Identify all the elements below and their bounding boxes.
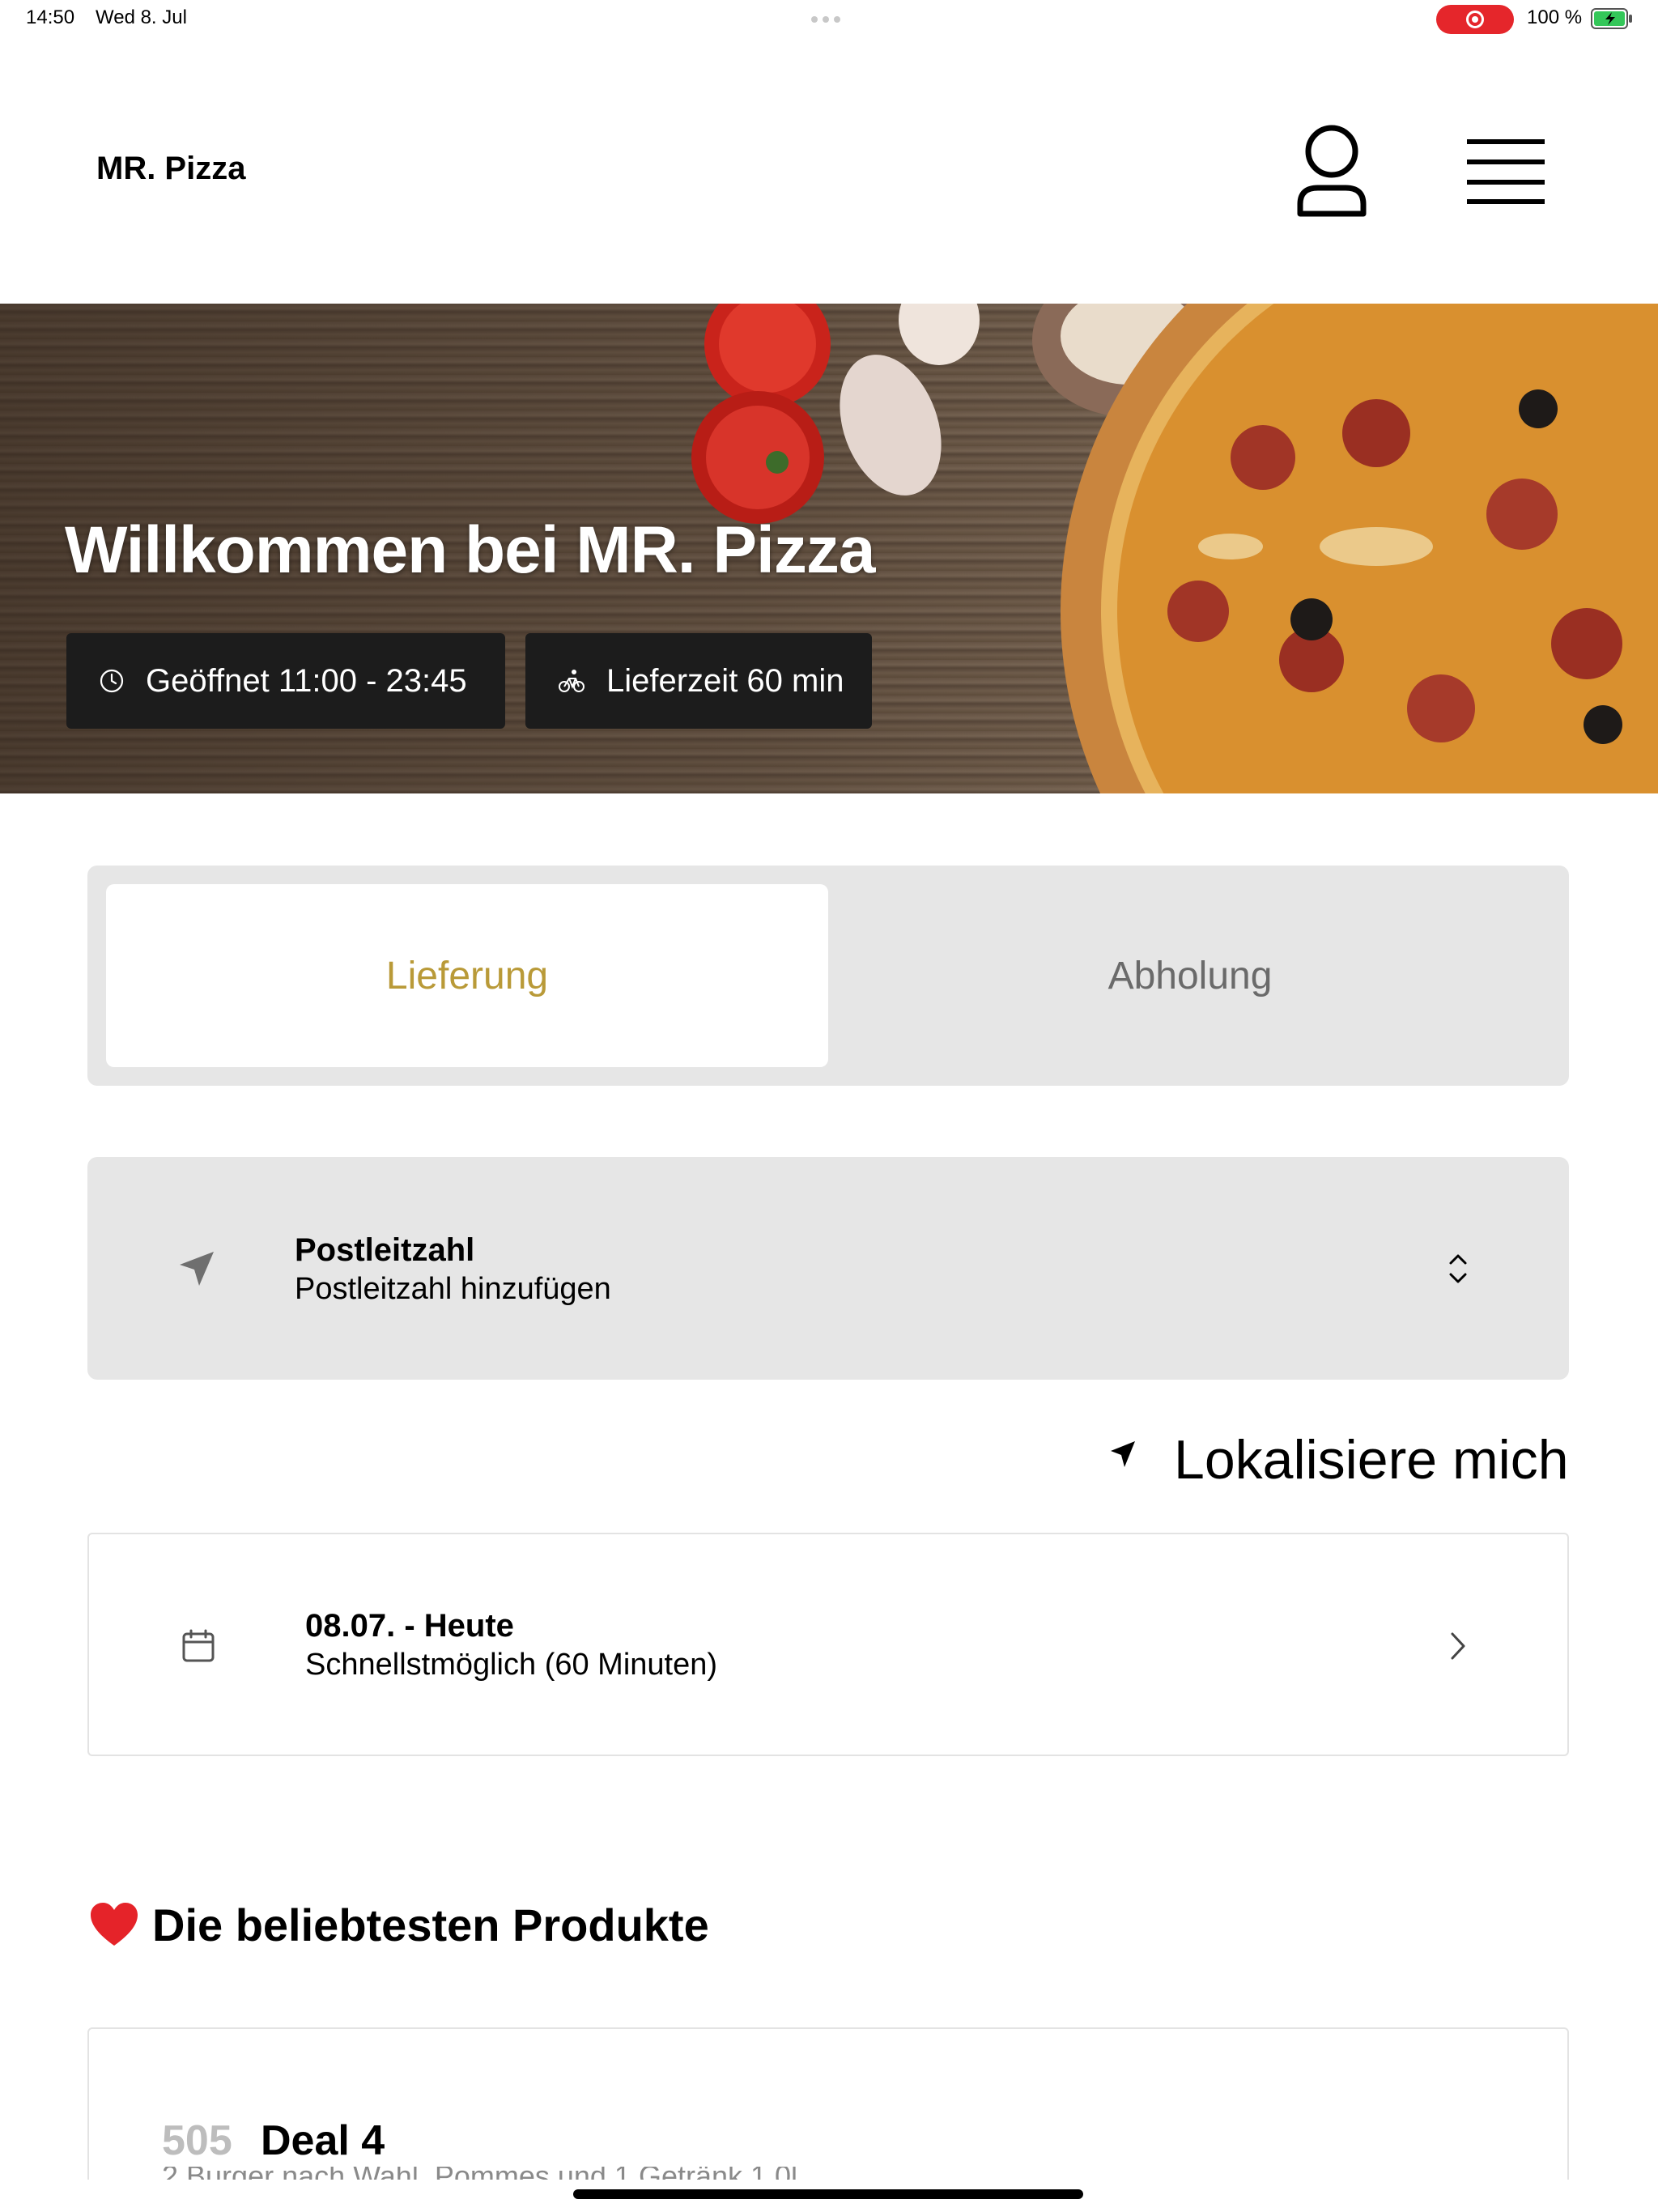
user-icon[interactable]: [1294, 123, 1370, 219]
hero-banner: Willkommen bei MR. Pizza Geöffnet 11:00 …: [0, 304, 1658, 793]
brand-title[interactable]: MR. Pizza: [96, 151, 245, 187]
postal-code-placeholder[interactable]: Postleitzahl hinzufügen: [295, 1272, 611, 1307]
home-indicator[interactable]: [573, 2189, 1083, 2199]
locate-arrow-icon[interactable]: [1109, 1440, 1137, 1469]
product-number: 505: [162, 2117, 232, 2164]
opening-hours-badge: Geöffnet 11:00 - 23:45: [66, 633, 505, 729]
bike-icon: [559, 670, 585, 692]
clock-icon: [100, 669, 124, 693]
product-description-clip: 2 Burger nach Wahl, Pommes und 1 Getränk…: [162, 2167, 1295, 2180]
delivery-time-label: Lieferzeit 60 min: [606, 662, 844, 699]
delivery-time-badge: Lieferzeit 60 min: [525, 633, 872, 729]
delivery-time-selector[interactable]: [87, 1533, 1569, 1756]
delivery-date: 08.07. - Heute: [305, 1608, 514, 1644]
heart-icon: [91, 1903, 138, 1946]
tab-delivery[interactable]: Lieferung: [106, 884, 828, 1067]
popular-products-heading: Die beliebtesten Produkte: [152, 1899, 709, 1950]
opening-hours-label: Geöffnet 11:00 - 23:45: [146, 662, 467, 699]
chevron-up-down-icon: [1449, 1254, 1467, 1283]
screen-recording-icon[interactable]: [1436, 5, 1514, 34]
postal-code-title: Postleitzahl: [295, 1232, 475, 1268]
location-arrow-icon: [180, 1252, 214, 1286]
delivery-slot: Schnellstmöglich (60 Minuten): [305, 1648, 718, 1682]
battery-charging-icon: [1591, 8, 1632, 29]
product-description: 2 Burger nach Wahl, Pommes und 1 Getränk…: [162, 2167, 1295, 2180]
multitasking-dots-icon[interactable]: [811, 16, 847, 23]
calendar-icon: [182, 1629, 215, 1662]
status-time: 14:50: [26, 6, 75, 28]
menu-icon[interactable]: [1465, 138, 1546, 206]
battery-percentage: 100 %: [1527, 6, 1583, 28]
locate-me-button[interactable]: Lokalisiere mich: [1174, 1428, 1569, 1491]
status-date: Wed 8. Jul: [96, 6, 187, 28]
chevron-right-icon: [1451, 1632, 1465, 1660]
product-name: Deal 4: [261, 2117, 385, 2164]
hero-title: Willkommen bei MR. Pizza: [65, 513, 875, 587]
tab-pickup[interactable]: Abholung: [829, 884, 1551, 1067]
